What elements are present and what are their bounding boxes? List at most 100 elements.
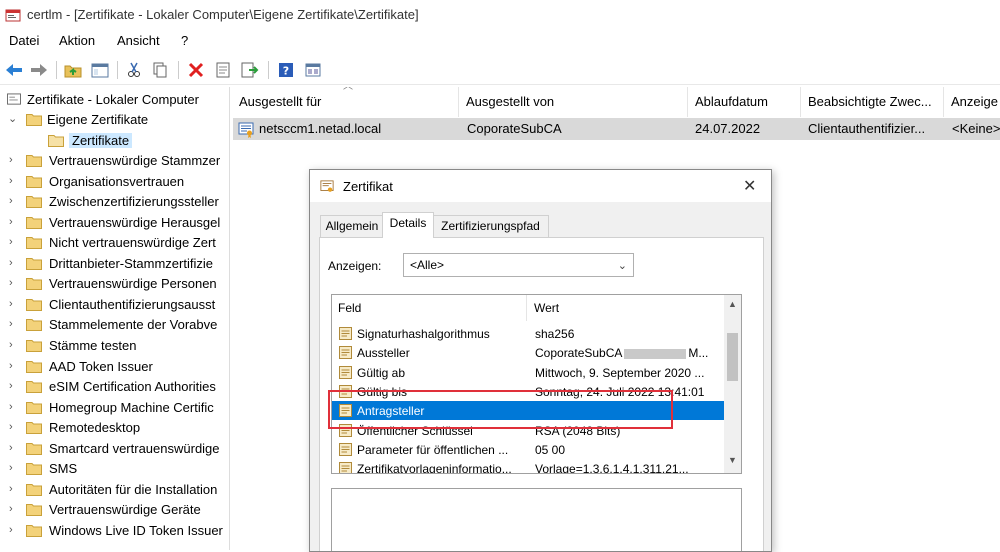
tree-item-label: Vertrauenswürdige Herausgel [49, 214, 221, 230]
tab-details[interactable]: Details [382, 212, 434, 238]
tree-item-folder[interactable]: › Vertrauenswürdige Herausgel [0, 213, 229, 233]
field-row[interactable]: Aussteller CoporateSubCA M... [332, 343, 724, 362]
mmc-view-icon[interactable] [303, 60, 323, 80]
folder-icon [26, 257, 42, 270]
tree-item-folder[interactable]: › Stämme testen [0, 336, 229, 356]
tree-item-folder[interactable]: › eSIM Certification Authorities [0, 377, 229, 397]
field-value: Mittwoch, 9. September 2020 ... [535, 365, 705, 380]
column-header-expires[interactable]: Ablaufdatum [689, 87, 801, 117]
field-value-box[interactable] [331, 488, 742, 551]
chevron-right-icon[interactable]: › [9, 277, 19, 289]
column-header-display[interactable]: Anzeige [945, 87, 1000, 117]
tree-item-folder[interactable]: › Vertrauenswürdige Personen [0, 274, 229, 294]
menu-datei[interactable]: Datei [9, 33, 39, 48]
chevron-right-icon[interactable]: › [9, 442, 19, 454]
show-hide-tree-icon[interactable] [90, 60, 110, 80]
tree-item-folder[interactable]: › Clientauthentifizierungsausst [0, 295, 229, 315]
field-row[interactable]: Zertifikatvorlageninformatio... Vorlage=1… [332, 459, 724, 474]
column-header-purpose[interactable]: Beabsichtigte Zwec... [802, 87, 944, 117]
tab-zertifizierungspfad[interactable]: Zertifizierungspfad [432, 215, 549, 237]
tree-item-folder[interactable]: › Zwischenzertifizierungssteller [0, 192, 229, 212]
annotation-highlight-box [328, 390, 673, 429]
folder-icon [26, 298, 42, 311]
chevron-right-icon[interactable]: › [9, 483, 19, 495]
dialog-title-bar[interactable]: Zertifikat ✕ [310, 170, 771, 202]
redacted-region [624, 349, 687, 360]
up-folder-icon[interactable] [63, 60, 83, 80]
menu-aktion[interactable]: Aktion [59, 33, 95, 48]
chevron-right-icon[interactable]: › [9, 318, 19, 330]
menu-ansicht[interactable]: Ansicht [117, 33, 160, 48]
tree-item-zertifikate[interactable]: Zertifikate [0, 131, 229, 151]
tree-item-folder[interactable]: › SMS [0, 459, 229, 479]
tree-item-folder[interactable]: › Drittanbieter-Stammzertifizie [0, 254, 229, 274]
field-row[interactable]: Parameter für öffentlichen ... 05 00 [332, 440, 724, 459]
show-dropdown[interactable]: <Alle> ⌄ [403, 253, 634, 277]
chevron-right-icon[interactable]: › [9, 216, 19, 228]
chevron-right-icon[interactable]: › [9, 154, 19, 166]
chevron-right-icon[interactable]: › [9, 175, 19, 187]
field-key: Signaturhashalgorithmus [357, 327, 490, 341]
export-icon[interactable] [240, 60, 260, 80]
field-icon [339, 462, 352, 473]
chevron-right-icon[interactable]: › [9, 380, 19, 392]
dialog-title: Zertifikat [343, 179, 393, 194]
forward-arrow-icon[interactable] [29, 60, 49, 80]
scroll-up-icon[interactable]: ▲ [728, 299, 737, 309]
chevron-down-icon[interactable]: ⌄ [8, 113, 18, 125]
fields-scrollbar[interactable]: ▲ ▼ [724, 295, 741, 473]
chevron-right-icon[interactable]: › [9, 524, 19, 536]
field-key: Zertifikatvorlageninformatio... [357, 462, 512, 474]
folder-icon [26, 175, 42, 188]
column-header-issued-by[interactable]: Ausgestellt von [460, 87, 688, 117]
tree-item-folder[interactable]: › Autoritäten für die Installation [0, 480, 229, 500]
chevron-right-icon[interactable]: › [9, 298, 19, 310]
tree-item-folder[interactable]: › Stammelemente der Vorabve [0, 315, 229, 335]
help-icon[interactable]: ? [276, 60, 296, 80]
chevron-right-icon[interactable]: › [9, 360, 19, 372]
tree-item-folder[interactable]: › Nicht vertrauenswürdige Zert [0, 233, 229, 253]
chevron-right-icon[interactable]: › [9, 236, 19, 248]
back-arrow-icon[interactable] [4, 60, 24, 80]
copy-icon[interactable] [150, 60, 170, 80]
chevron-right-icon[interactable]: › [9, 195, 19, 207]
tree-item-folder[interactable]: › Vertrauenswürdige Geräte [0, 500, 229, 520]
tree-item-folder[interactable]: › Homegroup Machine Certific [0, 398, 229, 418]
chevron-right-icon[interactable]: › [9, 462, 19, 474]
column-header-field[interactable]: Feld [332, 295, 527, 321]
folder-icon [26, 319, 42, 332]
field-row[interactable]: Signaturhashalgorithmus sha256 [332, 324, 724, 343]
scroll-down-icon[interactable]: ▼ [728, 455, 737, 465]
tree-item-folder[interactable]: › Remotedesktop [0, 418, 229, 438]
tab-allgemein[interactable]: Allgemein [320, 215, 384, 237]
folder-icon [26, 339, 42, 352]
tree-root[interactable]: Zertifikate - Lokaler Computer [0, 90, 229, 110]
field-icon [339, 365, 352, 379]
scrollbar-thumb[interactable] [727, 333, 738, 381]
column-header-issued-to[interactable]: Ausgestellt für [233, 87, 459, 117]
tree-item-folder[interactable]: › AAD Token Issuer [0, 357, 229, 377]
chevron-right-icon[interactable]: › [9, 339, 19, 351]
properties-icon[interactable] [213, 60, 233, 80]
tree-item-label: Remotedesktop [49, 420, 141, 436]
tree-item-folder[interactable]: › Windows Live ID Token Issuer [0, 521, 229, 541]
field-icon [339, 327, 352, 340]
column-header-value[interactable]: Wert [528, 295, 724, 321]
chevron-right-icon[interactable]: › [9, 503, 19, 515]
tree-item-folder[interactable]: › Vertrauenswürdige Stammzer [0, 151, 229, 171]
tree-item-folder[interactable]: › Organisationsvertrauen [0, 172, 229, 192]
tree-item-eigene-zertifikate[interactable]: ⌄ Eigene Zertifikate [0, 110, 229, 130]
cut-icon[interactable] [124, 60, 144, 80]
tree-item-folder[interactable]: › Smartcard vertrauenswürdige [0, 439, 229, 459]
folder-icon [26, 196, 42, 209]
chevron-right-icon[interactable]: › [9, 257, 19, 269]
field-row[interactable]: Gültig ab Mittwoch, 9. September 2020 ... [332, 363, 724, 382]
chevron-right-icon[interactable]: › [9, 401, 19, 413]
menu-help[interactable]: ? [181, 33, 188, 48]
delete-icon[interactable] [186, 60, 206, 80]
open-folder-icon [48, 135, 64, 147]
show-dropdown-value: <Alle> [410, 258, 445, 272]
folder-icon [26, 237, 42, 250]
close-icon[interactable]: ✕ [743, 176, 756, 196]
chevron-right-icon[interactable]: › [9, 421, 19, 433]
